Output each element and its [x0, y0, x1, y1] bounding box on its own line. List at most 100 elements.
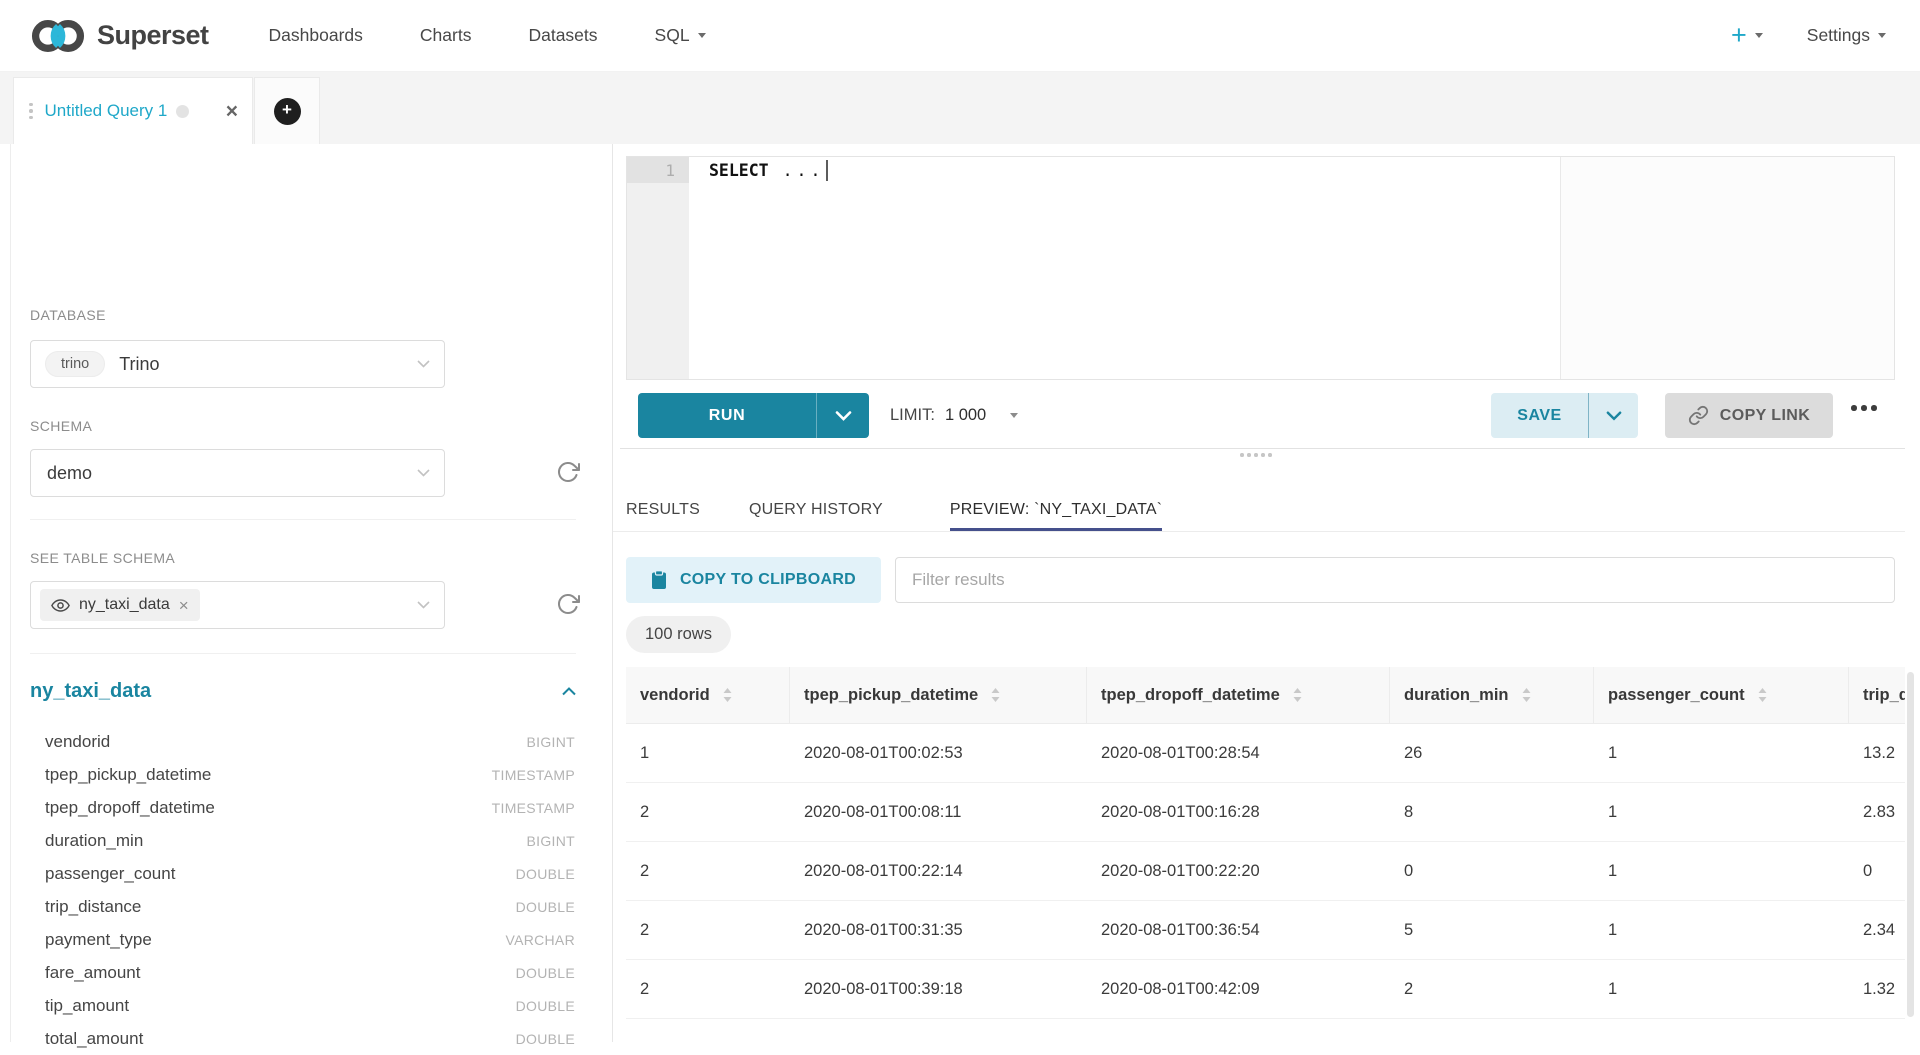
results-table-header: vendorid tpep_pickup_datetime tpep_dropo…	[626, 667, 1905, 724]
selected-table-chip[interactable]: ny_taxi_data ×	[40, 589, 200, 621]
chevron-down-icon	[417, 469, 430, 477]
database-select[interactable]: trino Trino	[30, 340, 445, 388]
superset-logo[interactable]: Superset	[30, 19, 209, 53]
column-header-pickup[interactable]: tpep_pickup_datetime	[790, 667, 1087, 723]
schema-column-row: total_amountDOUBLE	[45, 1022, 575, 1055]
divider	[30, 519, 576, 520]
nav-charts[interactable]: Charts	[420, 25, 472, 46]
table-row: 2 2020-08-01T00:22:14 2020-08-01T00:22:2…	[626, 842, 1905, 901]
sort-icon	[991, 688, 1000, 702]
schema-column-row: passenger_countDOUBLE	[45, 857, 575, 890]
add-tab-button[interactable]: +	[274, 98, 301, 125]
schema-select[interactable]: demo	[30, 449, 445, 497]
table-scrollbar[interactable]	[1907, 672, 1914, 1017]
schema-column-row: tpep_pickup_datetimeTIMESTAMP	[45, 758, 575, 791]
clipboard-icon	[651, 570, 667, 590]
nav-dashboards[interactable]: Dashboards	[269, 25, 363, 46]
column-header-passenger[interactable]: passenger_count	[1594, 667, 1849, 723]
unsaved-indicator	[176, 105, 189, 118]
results-tab-bar: RESULTS QUERY HISTORY PREVIEW: `NY_TAXI_…	[626, 489, 1162, 531]
save-options-button[interactable]	[1588, 393, 1638, 438]
row-count-badge: 100 rows	[626, 616, 731, 653]
nav-datasets[interactable]: Datasets	[528, 25, 597, 46]
tab-results[interactable]: RESULTS	[626, 489, 700, 531]
tab-preview[interactable]: PREVIEW: `NY_TAXI_DATA`	[950, 489, 1162, 531]
query-tab[interactable]: Untitled Query 1 ×	[13, 77, 253, 144]
main-nav: Dashboards Charts Datasets SQL	[269, 25, 706, 46]
sort-icon	[1293, 688, 1302, 702]
copy-to-clipboard-button[interactable]: COPY TO CLIPBOARD	[626, 557, 881, 603]
filter-results-input[interactable]	[895, 557, 1895, 603]
refresh-schema-icon[interactable]	[556, 460, 582, 486]
column-header-trip-distance[interactable]: trip_d	[1849, 667, 1905, 723]
chevron-up-icon[interactable]	[562, 687, 576, 696]
close-tab-icon[interactable]: ×	[226, 101, 238, 122]
code-area[interactable]: SELECT ...	[689, 157, 1894, 379]
copy-link-button[interactable]: COPY LINK	[1665, 393, 1833, 438]
chevron-down-icon	[1755, 33, 1763, 38]
eye-icon	[51, 599, 70, 612]
sql-code-editor[interactable]: 1 SELECT ...	[626, 156, 1895, 380]
selected-table-name: ny_taxi_data	[79, 596, 170, 614]
schema-column-row: payment_typeVARCHAR	[45, 923, 575, 956]
pane-divider	[620, 448, 1905, 449]
nav-sql-menu[interactable]: SQL	[655, 25, 706, 46]
run-button-group: RUN	[638, 393, 869, 438]
tab-query-history[interactable]: QUERY HISTORY	[749, 489, 883, 531]
database-type-badge: trino	[45, 351, 105, 377]
line-number: 1	[627, 157, 689, 183]
table-row: 2 2020-08-01T00:31:35 2020-08-01T00:36:5…	[626, 901, 1905, 960]
chevron-down-icon	[1878, 33, 1886, 38]
run-button[interactable]: RUN	[638, 393, 816, 438]
sql-lab-sidebar: DATABASE trino Trino SCHEMA demo SEE TAB…	[0, 144, 613, 1042]
save-button[interactable]: SAVE	[1491, 393, 1588, 438]
schema-value: demo	[47, 463, 92, 484]
chevron-down-icon	[1010, 413, 1018, 418]
sql-text: ...	[783, 161, 825, 180]
chevron-down-icon	[417, 360, 430, 368]
table-row: 2 2020-08-01T00:39:18 2020-08-01T00:42:0…	[626, 960, 1905, 1019]
drag-handle-icon[interactable]	[29, 103, 33, 120]
table-schema-title[interactable]: ny_taxi_data	[30, 680, 151, 703]
schema-column-row: tpep_dropoff_datetimeTIMESTAMP	[45, 791, 575, 824]
link-icon	[1688, 405, 1709, 426]
add-tab-area: +	[254, 77, 320, 144]
settings-menu[interactable]: Settings	[1807, 25, 1886, 46]
superset-infinity-icon	[30, 19, 86, 53]
brand-name: Superset	[97, 20, 209, 51]
divider	[30, 653, 576, 654]
table-select[interactable]: ny_taxi_data ×	[30, 581, 445, 629]
limit-label: LIMIT:	[890, 406, 935, 425]
limit-value: 1 000	[945, 406, 986, 425]
sidebar-left-border	[10, 144, 11, 1042]
limit-dropdown[interactable]: LIMIT: 1 000	[890, 393, 1018, 438]
refresh-table-schema-icon[interactable]	[556, 592, 582, 618]
remove-table-icon[interactable]: ×	[179, 597, 189, 614]
top-navigation-bar: Superset Dashboards Charts Datasets SQL …	[0, 0, 1920, 72]
run-options-button[interactable]	[816, 393, 869, 438]
column-header-dropoff[interactable]: tpep_dropoff_datetime	[1087, 667, 1390, 723]
sql-editor-pane: 1 SELECT ... RUN LIMIT: 1 000 SAVE	[613, 144, 1920, 1042]
table-row: 2 2020-08-01T00:08:11 2020-08-01T00:16:2…	[626, 783, 1905, 842]
column-header-duration[interactable]: duration_min	[1390, 667, 1594, 723]
schema-label: SCHEMA	[30, 418, 92, 434]
save-button-group: SAVE	[1491, 393, 1638, 438]
database-label: DATABASE	[30, 307, 106, 323]
pane-resize-handle[interactable]	[1240, 453, 1272, 457]
text-cursor	[826, 160, 828, 181]
schema-column-row: fare_amountDOUBLE	[45, 956, 575, 989]
new-item-menu[interactable]: +	[1731, 22, 1763, 49]
table-schema-label: SEE TABLE SCHEMA	[30, 550, 175, 566]
column-header-vendorid[interactable]: vendorid	[626, 667, 790, 723]
schema-column-row: vendoridBIGINT	[45, 725, 575, 758]
plus-icon: +	[1731, 22, 1747, 49]
schema-column-list: vendoridBIGINT tpep_pickup_datetimeTIMES…	[45, 725, 575, 1055]
chevron-down-icon	[417, 601, 430, 609]
database-value: Trino	[119, 354, 159, 375]
sql-toolbar: RUN LIMIT: 1 000 SAVE COPY LINK	[613, 393, 1908, 438]
sql-keyword: SELECT	[709, 161, 769, 180]
sort-icon	[1522, 688, 1531, 702]
table-row: 1 2020-08-01T00:02:53 2020-08-01T00:28:5…	[626, 724, 1905, 783]
schema-column-row: tip_amountDOUBLE	[45, 989, 575, 1022]
more-options-button[interactable]	[1851, 405, 1877, 411]
